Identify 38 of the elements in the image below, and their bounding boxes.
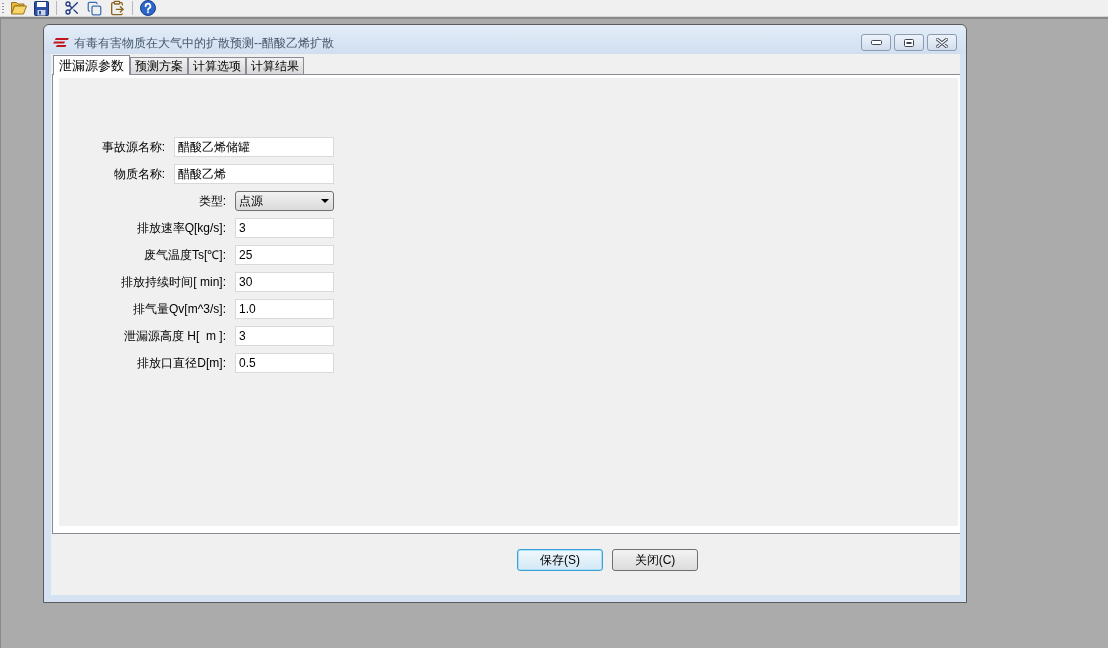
- close-button[interactable]: [927, 34, 957, 51]
- text-field[interactable]: 醋酸乙烯储罐: [174, 137, 334, 157]
- field-label: 类型:: [198, 194, 226, 208]
- field-label: 物质名称:: [113, 167, 165, 181]
- maximize-button[interactable]: [894, 34, 924, 51]
- dropdown[interactable]: 点源: [235, 191, 334, 211]
- close-icon: [936, 37, 948, 48]
- field-label: 排放速率Q[kg/s]:: [136, 221, 226, 235]
- logo-icon: [53, 38, 69, 47]
- minimize-button[interactable]: [861, 34, 891, 51]
- tab[interactable]: 计算结果: [246, 57, 304, 74]
- text-field[interactable]: 25: [235, 245, 334, 265]
- field-label: 事故源名称:: [101, 140, 165, 154]
- text-field[interactable]: 3: [235, 218, 334, 238]
- dialog-button[interactable]: 保存(S): [517, 549, 603, 571]
- window-title: 有毒有害物质在大气中的扩散预测--醋酸乙烯扩散: [74, 35, 334, 50]
- window-icon: [904, 38, 914, 47]
- field-label: 泄漏源高度 H[ m ]:: [124, 329, 226, 343]
- caret-icon: [321, 199, 329, 203]
- text-field[interactable]: 30: [235, 272, 334, 292]
- text-field[interactable]: 3: [235, 326, 334, 346]
- text-field[interactable]: 0.5: [235, 353, 334, 373]
- tab[interactable]: 预测方案: [130, 57, 188, 74]
- tab[interactable]: 计算选项: [188, 57, 246, 74]
- field-label: 排气量Qv[m^3/s]:: [133, 302, 226, 316]
- text-field[interactable]: 醋酸乙烯: [174, 164, 334, 184]
- paste-icon[interactable]: [109, 0, 125, 16]
- scissors-icon[interactable]: [64, 0, 80, 16]
- field-label: 废气温度Ts[℃]:: [144, 248, 226, 262]
- help-icon[interactable]: [140, 0, 156, 16]
- text-field[interactable]: 1.0: [235, 299, 334, 319]
- field-label: 排放口直径D[m]:: [137, 356, 226, 370]
- folder-icon[interactable]: [11, 1, 27, 15]
- dialog-button[interactable]: 关闭(C): [612, 549, 698, 571]
- minimize-icon: [870, 40, 882, 45]
- field-label: 排放持续时间[ min]:: [121, 275, 226, 289]
- tab[interactable]: 泄漏源参数: [53, 55, 130, 75]
- copy-icon[interactable]: [87, 0, 102, 16]
